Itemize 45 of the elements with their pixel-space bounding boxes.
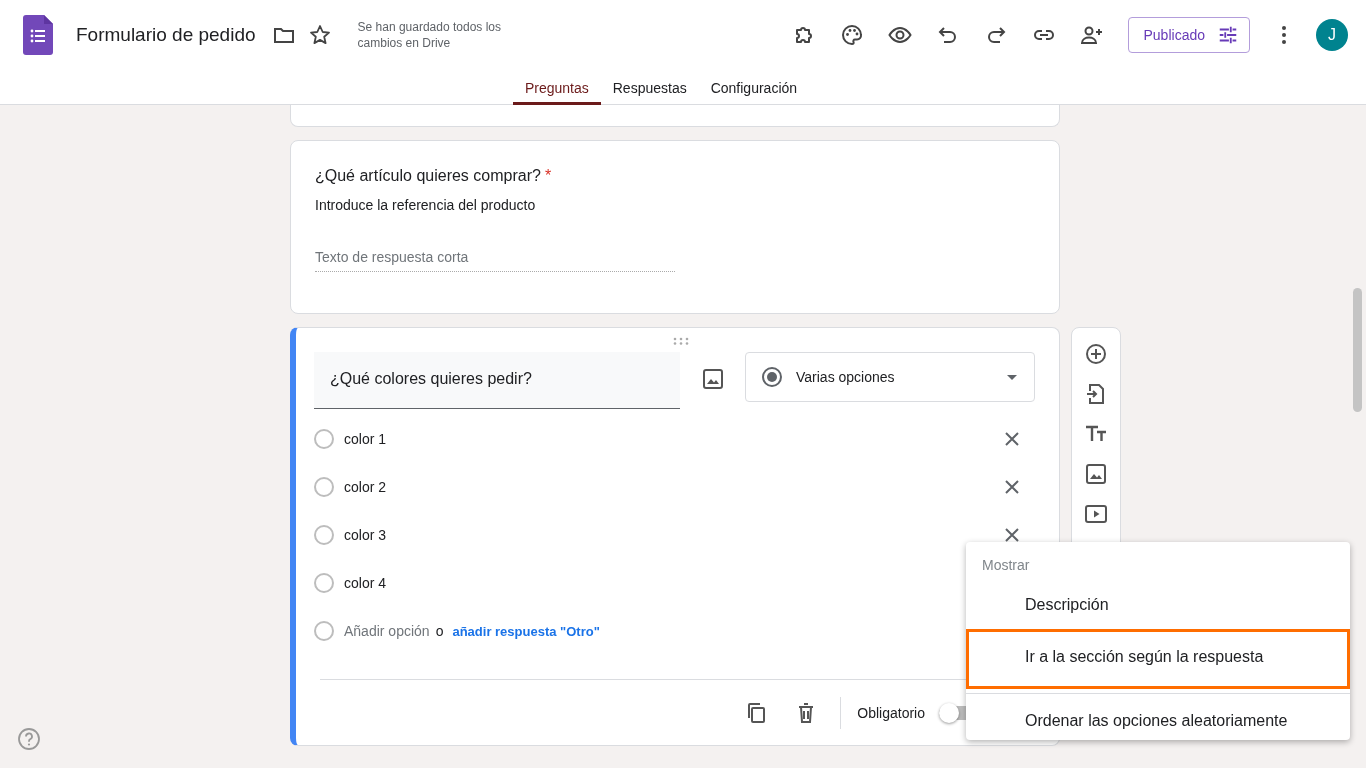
radio-button-icon bbox=[760, 365, 784, 389]
forms-logo-icon[interactable] bbox=[23, 15, 53, 55]
required-label: Obligatorio bbox=[857, 704, 925, 721]
radio-button[interactable] bbox=[314, 525, 334, 545]
save-status: Se han guardado todos los cambios en Drive bbox=[357, 19, 502, 51]
sliders-icon bbox=[1217, 24, 1239, 46]
option-label[interactable]: color 2 bbox=[344, 479, 387, 495]
account-avatar[interactable]: J bbox=[1316, 19, 1348, 51]
drag-handle-icon[interactable] bbox=[673, 337, 689, 345]
close-icon[interactable] bbox=[1005, 432, 1019, 446]
image-icon[interactable] bbox=[1084, 462, 1108, 486]
help-icon[interactable] bbox=[17, 727, 41, 751]
option-label[interactable]: color 1 bbox=[344, 431, 387, 447]
question-title-field[interactable]: ¿Qué colores quieres pedir? bbox=[314, 352, 680, 409]
menu-item[interactable]: Ordenar las opciones aleatoriamente bbox=[966, 697, 1350, 745]
option-label[interactable]: color 4 bbox=[344, 575, 387, 591]
close-icon[interactable] bbox=[1005, 480, 1019, 494]
add-other-link[interactable]: añadir respuesta "Otro" bbox=[452, 623, 600, 639]
image-icon[interactable] bbox=[701, 367, 725, 391]
star-icon[interactable] bbox=[307, 23, 332, 47]
menu-heading: Mostrar bbox=[981, 556, 1031, 575]
scrollbar[interactable] bbox=[1353, 288, 1362, 412]
form-title[interactable]: Formulario de pedido bbox=[76, 24, 256, 46]
tab[interactable]: Configuración bbox=[698, 70, 810, 105]
empty-circle-icon bbox=[314, 621, 334, 641]
add-circle-icon[interactable] bbox=[1084, 342, 1108, 366]
required-mark: * bbox=[544, 167, 552, 184]
close-icon[interactable] bbox=[1005, 528, 1019, 542]
add-option-link[interactable]: Añadir opción bbox=[344, 623, 430, 639]
radio-button[interactable] bbox=[314, 477, 334, 497]
radio-button[interactable] bbox=[314, 573, 334, 593]
published-button[interactable]: Publicado bbox=[1127, 17, 1250, 53]
video-icon[interactable] bbox=[1084, 502, 1108, 526]
menu-item[interactable]: Ir a la sección según la respuesta bbox=[966, 629, 1350, 689]
tab[interactable]: Respuestas bbox=[600, 70, 699, 105]
menu-item[interactable]: Descripción bbox=[966, 581, 1350, 629]
option-label[interactable]: color 3 bbox=[344, 527, 387, 543]
caret-icon bbox=[1007, 374, 1017, 380]
question-description: Introduce la referencia del producto bbox=[315, 197, 537, 213]
question-type-label: Varias opciones bbox=[796, 369, 895, 385]
question-type-dropdown[interactable]: Varias opciones bbox=[745, 352, 1035, 402]
question-title: ¿Qué artículo quieres comprar? bbox=[315, 167, 541, 184]
palette-icon[interactable] bbox=[839, 23, 864, 47]
or-text: o bbox=[435, 623, 444, 639]
radio-button[interactable] bbox=[314, 429, 334, 449]
